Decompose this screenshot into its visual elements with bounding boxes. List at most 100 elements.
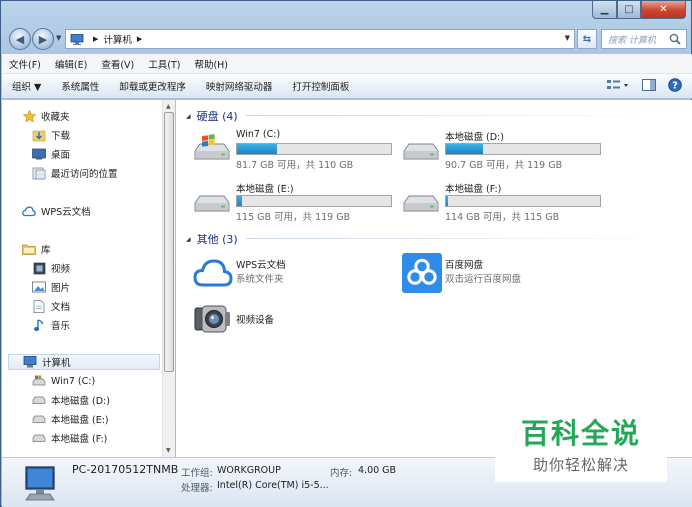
watermark-subtitle: 助你轻松解决 [532, 456, 629, 474]
uninstall-program-button[interactable]: 卸载或更改程序 [109, 79, 196, 93]
video-device-item[interactable]: 视频设备 [193, 300, 393, 340]
baidu-netdisk-item[interactable]: 百度网盘 双击运行百度网盘 [402, 253, 602, 293]
drive-e[interactable]: 本地磁盘 (E:) 115 GB 可用，共 119 GB [193, 181, 393, 223]
nav-recent-places[interactable]: 最近访问的位置 [32, 165, 118, 181]
computer-icon [25, 466, 55, 501]
search-input[interactable]: 搜索 计算机 [601, 29, 687, 49]
breadcrumb-separator-icon[interactable]: ▶ [137, 35, 142, 43]
video-icon [32, 261, 46, 275]
group-header-other[interactable]: ◢ 其他 (3) [186, 231, 238, 247]
nav-drive-f[interactable]: 本地磁盘 (F:) [32, 430, 107, 446]
breadcrumb-computer[interactable]: 计算机 [103, 32, 132, 46]
forward-button[interactable]: ▶ [32, 28, 54, 50]
drive-icon [194, 195, 230, 212]
computer-name: PC-20170512TNMB [72, 463, 179, 476]
refresh-button[interactable]: ⇆ [577, 29, 597, 49]
scroll-down-icon[interactable]: ▼ [166, 447, 171, 454]
nav-desktop[interactable]: 桌面 [32, 146, 70, 162]
menu-file[interactable]: 文件(F) [2, 57, 48, 71]
maximize-button[interactable]: □ [617, 1, 641, 19]
navigation-pane: 收藏夹 下载 桌面 最近访问的位置 WPS云文档 库 视频 图片 文档 音乐 计… [2, 100, 162, 457]
nav-music[interactable]: 音乐 [32, 317, 70, 333]
address-bar[interactable]: ▶ 计算机 ▶ ▼ [65, 29, 575, 49]
nav-favorites[interactable]: 收藏夹 [22, 108, 70, 124]
memory-label: 内存: [330, 468, 353, 479]
menu-view[interactable]: 查看(V) [94, 57, 141, 71]
drive-usage-bar [236, 143, 392, 155]
recent-pages-dropdown[interactable]: ▼ [56, 34, 61, 42]
nav-libraries[interactable]: 库 [22, 241, 51, 257]
recent-places-icon [32, 166, 46, 180]
collapse-triangle-icon[interactable]: ◢ [186, 113, 191, 120]
drive-icon [403, 195, 439, 212]
collapse-triangle-icon[interactable]: ◢ [186, 236, 191, 243]
star-icon [22, 109, 36, 123]
nav-drive-d[interactable]: 本地磁盘 (D:) [32, 392, 110, 408]
change-view-icon[interactable] [606, 79, 630, 91]
menu-help[interactable]: 帮助(H) [187, 57, 235, 71]
menu-edit[interactable]: 编辑(E) [48, 57, 94, 71]
drive-c[interactable]: Win7 (C:) 81.7 GB 可用，共 110 GB [193, 129, 393, 171]
minimize-button[interactable]: ▁ [592, 1, 617, 19]
group-header-drives[interactable]: ◢ 硬盘 (4) [186, 108, 238, 124]
breadcrumb-separator-icon[interactable]: ▶ [93, 35, 98, 43]
processor-value: Intel(R) Core(TM) i5-5... [217, 480, 329, 491]
wps-cloud-item[interactable]: WPS云文档 系统文件夹 [193, 253, 393, 293]
map-network-drive-button[interactable]: 映射网络驱动器 [196, 79, 283, 93]
scroll-up-icon[interactable]: ▲ [166, 103, 171, 110]
nav-drive-c[interactable]: Win7 (C:) [32, 373, 95, 389]
drive-space-info: 114 GB 可用，共 115 GB [445, 212, 560, 223]
drive-name: Win7 (C:) [236, 129, 281, 140]
computer-icon [70, 33, 84, 45]
nav-wps-cloud[interactable]: WPS云文档 [22, 203, 91, 219]
drive-usage-fill [237, 196, 242, 206]
memory-value: 4.00 GB [358, 465, 397, 476]
address-dropdown-icon[interactable]: ▼ [565, 34, 570, 42]
cloud-icon [22, 204, 36, 218]
nav-documents[interactable]: 文档 [32, 298, 70, 314]
organize-button[interactable]: 组织 ▼ [2, 79, 51, 93]
drive-space-info: 115 GB 可用，共 119 GB [236, 212, 351, 223]
wps-cloud-icon [193, 259, 233, 287]
system-drive-icon [32, 374, 46, 388]
back-button[interactable]: ◀ [9, 28, 31, 50]
drive-icon [403, 143, 439, 160]
close-button[interactable]: ✕ [641, 1, 686, 19]
drive-d[interactable]: 本地磁盘 (D:) 90.7 GB 可用，共 119 GB [402, 129, 602, 171]
drive-space-info: 90.7 GB 可用，共 119 GB [445, 160, 563, 171]
view-controls: ? [606, 78, 682, 92]
downloads-folder-icon [32, 128, 46, 142]
navigation-scrollbar[interactable]: ▲ ▼ [162, 100, 175, 457]
drive-name: 本地磁盘 (D:) [445, 132, 504, 143]
menu-tools[interactable]: 工具(T) [141, 57, 187, 71]
nav-drive-e[interactable]: 本地磁盘 (E:) [32, 411, 109, 427]
baidu-netdisk-icon [402, 253, 442, 293]
system-properties-button[interactable]: 系统属性 [51, 79, 109, 93]
processor-label: 处理器: [181, 483, 213, 494]
menu-bar: 文件(F) 编辑(E) 查看(V) 工具(T) 帮助(H) [2, 54, 692, 74]
desktop-icon [32, 147, 46, 161]
drive-icon [32, 431, 46, 445]
workgroup-value: WORKGROUP [217, 465, 281, 476]
item-description: 双击运行百度网盘 [445, 274, 522, 285]
search-icon[interactable] [668, 32, 682, 46]
system-drive-icon [194, 134, 230, 160]
drive-name: 本地磁盘 (F:) [445, 184, 502, 195]
watermark-title: 百科全说 [520, 417, 641, 450]
drive-name: 本地磁盘 (E:) [236, 184, 294, 195]
svg-text:?: ? [672, 81, 678, 92]
nav-videos[interactable]: 视频 [32, 260, 70, 276]
open-control-panel-button[interactable]: 打开控制面板 [282, 79, 359, 93]
explorer-window: ▁ □ ✕ ◀ ▶ ▼ ▶ 计算机 ▶ ▼ ⇆ 搜索 计算机 文件(F) 编辑(… [0, 0, 692, 507]
nav-computer[interactable]: 计算机 [8, 354, 160, 370]
nav-downloads[interactable]: 下载 [32, 127, 70, 143]
help-icon[interactable]: ? [668, 78, 682, 92]
drive-usage-fill [237, 144, 278, 154]
drive-space-info: 81.7 GB 可用，共 110 GB [236, 160, 354, 171]
nav-pictures[interactable]: 图片 [32, 279, 70, 295]
drive-usage-fill [446, 196, 448, 206]
library-icon [22, 242, 36, 256]
scrollbar-thumb[interactable] [164, 112, 174, 372]
drive-f[interactable]: 本地磁盘 (F:) 114 GB 可用，共 115 GB [402, 181, 602, 223]
preview-pane-icon[interactable] [642, 79, 656, 91]
